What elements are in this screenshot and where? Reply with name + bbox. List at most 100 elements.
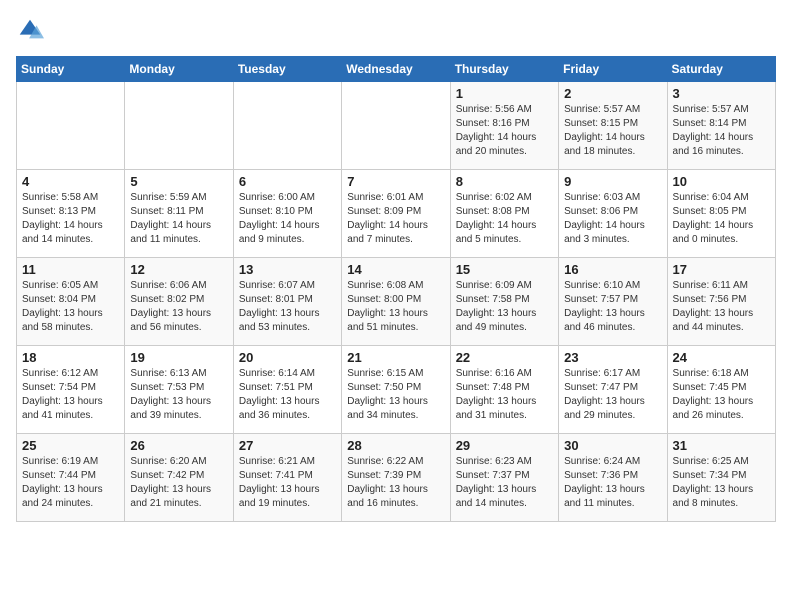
col-header-saturday: Saturday — [667, 57, 775, 82]
col-header-wednesday: Wednesday — [342, 57, 450, 82]
day-info: Sunrise: 5:57 AMSunset: 8:14 PMDaylight:… — [673, 103, 770, 159]
day-number: 18 — [22, 350, 119, 365]
day-cell: 21Sunrise: 6:15 AMSunset: 7:50 PMDayligh… — [342, 346, 450, 434]
day-cell: 25 Sunrise: 6:19 AMSunset: 7:44 PMDayligh… — [17, 434, 125, 522]
day-number: 15 — [456, 262, 553, 277]
day-cell: 30Sunrise: 6:24 AMSunset: 7:36 PMDayligh… — [559, 434, 667, 522]
col-header-sunday: Sunday — [17, 57, 125, 82]
week-row-4: 18 Sunrise: 6:12 AMSunset: 7:54 PMDayligh… — [17, 346, 776, 434]
col-header-thursday: Thursday — [450, 57, 558, 82]
day-cell: 2 Sunrise: 5:57 AMSunset: 8:15 PMDaylight… — [559, 82, 667, 170]
day-info: Sunrise: 5:56 AMSunset: 8:16 PMDaylight:… — [456, 103, 553, 159]
day-cell: 9 Sunrise: 6:03 AMSunset: 8:06 PMDaylight… — [559, 170, 667, 258]
day-number: 20 — [239, 350, 336, 365]
day-info: Sunrise: 5:57 AMSunset: 8:15 PMDaylight:… — [564, 103, 661, 159]
day-info: Sunrise: 6:07 AMSunset: 8:01 PMDaylight:… — [239, 279, 336, 335]
day-cell: 5Sunrise: 5:59 AMSunset: 8:11 PMDaylight… — [125, 170, 233, 258]
day-cell: 1 Sunrise: 5:56 AMSunset: 8:16 PMDaylight… — [450, 82, 558, 170]
day-number: 2 — [564, 86, 661, 101]
day-cell: 3 Sunrise: 5:57 AMSunset: 8:14 PMDaylight… — [667, 82, 775, 170]
day-cell — [17, 82, 125, 170]
day-number: 1 — [456, 86, 553, 101]
day-cell: 17 Sunrise: 6:11 AMSunset: 7:56 PMDayligh… — [667, 258, 775, 346]
day-cell: 11 Sunrise: 6:05 AMSunset: 8:04 PMDayligh… — [17, 258, 125, 346]
day-info: Sunrise: 6:19 AMSunset: 7:44 PMDaylight:… — [22, 455, 119, 511]
col-header-friday: Friday — [559, 57, 667, 82]
day-number: 11 — [22, 262, 119, 277]
day-number: 13 — [239, 262, 336, 277]
day-info: Sunrise: 6:14 AMSunset: 7:51 PMDaylight:… — [239, 367, 336, 423]
day-number: 26 — [130, 438, 227, 453]
day-number: 31 — [673, 438, 770, 453]
day-number: 16 — [564, 262, 661, 277]
day-info: Sunrise: 5:58 AMSunset: 8:13 PMDaylight:… — [22, 191, 119, 247]
day-number: 25 — [22, 438, 119, 453]
day-number: 14 — [347, 262, 444, 277]
day-number: 7 — [347, 174, 444, 189]
day-info: Sunrise: 6:06 AMSunset: 8:02 PMDaylight:… — [130, 279, 227, 335]
day-number: 9 — [564, 174, 661, 189]
day-number: 12 — [130, 262, 227, 277]
day-number: 22 — [456, 350, 553, 365]
day-cell: 20 Sunrise: 6:14 AMSunset: 7:51 PMDayligh… — [233, 346, 341, 434]
day-cell: 29 Sunrise: 6:23 AMSunset: 7:37 PMDayligh… — [450, 434, 558, 522]
day-info: Sunrise: 6:02 AMSunset: 8:08 PMDaylight:… — [456, 191, 553, 247]
day-info: Sunrise: 6:25 AMSunset: 7:34 PMDaylight:… — [673, 455, 770, 511]
day-cell: 19 Sunrise: 6:13 AMSunset: 7:53 PMDayligh… — [125, 346, 233, 434]
header-row: SundayMondayTuesdayWednesdayThursdayFrid… — [17, 57, 776, 82]
week-row-5: 25 Sunrise: 6:19 AMSunset: 7:44 PMDayligh… — [17, 434, 776, 522]
day-info: Sunrise: 6:00 AMSunset: 8:10 PMDaylight:… — [239, 191, 336, 247]
logo-icon — [16, 16, 44, 44]
day-info: Sunrise: 6:22 AMSunset: 7:39 PMDaylight:… — [347, 455, 444, 511]
day-cell: 18 Sunrise: 6:12 AMSunset: 7:54 PMDayligh… — [17, 346, 125, 434]
header — [16, 16, 776, 44]
day-info: Sunrise: 6:01 AMSunset: 8:09 PMDaylight:… — [347, 191, 444, 247]
week-row-2: 4 Sunrise: 5:58 AMSunset: 8:13 PMDaylight… — [17, 170, 776, 258]
day-info: Sunrise: 6:12 AMSunset: 7:54 PMDaylight:… — [22, 367, 119, 423]
day-number: 10 — [673, 174, 770, 189]
day-number: 6 — [239, 174, 336, 189]
day-cell: 12 Sunrise: 6:06 AMSunset: 8:02 PMDayligh… — [125, 258, 233, 346]
day-number: 4 — [22, 174, 119, 189]
day-cell: 4 Sunrise: 5:58 AMSunset: 8:13 PMDaylight… — [17, 170, 125, 258]
day-info: Sunrise: 6:08 AMSunset: 8:00 PMDaylight:… — [347, 279, 444, 335]
day-number: 30 — [564, 438, 661, 453]
day-number: 3 — [673, 86, 770, 101]
day-cell: 28Sunrise: 6:22 AMSunset: 7:39 PMDayligh… — [342, 434, 450, 522]
day-cell — [125, 82, 233, 170]
day-number: 23 — [564, 350, 661, 365]
day-cell: 31 Sunrise: 6:25 AMSunset: 7:34 PMDayligh… — [667, 434, 775, 522]
day-info: Sunrise: 6:09 AMSunset: 7:58 PMDaylight:… — [456, 279, 553, 335]
day-cell: 14 Sunrise: 6:08 AMSunset: 8:00 PMDayligh… — [342, 258, 450, 346]
day-info: Sunrise: 6:03 AMSunset: 8:06 PMDaylight:… — [564, 191, 661, 247]
col-header-monday: Monday — [125, 57, 233, 82]
calendar-table: SundayMondayTuesdayWednesdayThursdayFrid… — [16, 56, 776, 522]
day-info: Sunrise: 6:18 AMSunset: 7:45 PMDaylight:… — [673, 367, 770, 423]
week-row-3: 11 Sunrise: 6:05 AMSunset: 8:04 PMDayligh… — [17, 258, 776, 346]
day-cell: 27 Sunrise: 6:21 AMSunset: 7:41 PMDayligh… — [233, 434, 341, 522]
day-number: 19 — [130, 350, 227, 365]
day-info: Sunrise: 6:04 AMSunset: 8:05 PMDaylight:… — [673, 191, 770, 247]
day-cell: 26Sunrise: 6:20 AMSunset: 7:42 PMDayligh… — [125, 434, 233, 522]
day-info: Sunrise: 6:21 AMSunset: 7:41 PMDaylight:… — [239, 455, 336, 511]
week-row-1: 1 Sunrise: 5:56 AMSunset: 8:16 PMDaylight… — [17, 82, 776, 170]
day-info: Sunrise: 6:13 AMSunset: 7:53 PMDaylight:… — [130, 367, 227, 423]
day-cell: 7 Sunrise: 6:01 AMSunset: 8:09 PMDaylight… — [342, 170, 450, 258]
day-info: Sunrise: 6:05 AMSunset: 8:04 PMDaylight:… — [22, 279, 119, 335]
day-cell: 13 Sunrise: 6:07 AMSunset: 8:01 PMDayligh… — [233, 258, 341, 346]
day-info: Sunrise: 6:23 AMSunset: 7:37 PMDaylight:… — [456, 455, 553, 511]
day-info: Sunrise: 6:17 AMSunset: 7:47 PMDaylight:… — [564, 367, 661, 423]
day-number: 24 — [673, 350, 770, 365]
day-info: Sunrise: 6:10 AMSunset: 7:57 PMDaylight:… — [564, 279, 661, 335]
day-number: 29 — [456, 438, 553, 453]
day-cell: 8 Sunrise: 6:02 AMSunset: 8:08 PMDaylight… — [450, 170, 558, 258]
day-cell: 10 Sunrise: 6:04 AMSunset: 8:05 PMDayligh… — [667, 170, 775, 258]
day-number: 17 — [673, 262, 770, 277]
logo — [16, 16, 48, 44]
day-number: 27 — [239, 438, 336, 453]
day-number: 5 — [130, 174, 227, 189]
day-info: Sunrise: 6:11 AMSunset: 7:56 PMDaylight:… — [673, 279, 770, 335]
day-number: 8 — [456, 174, 553, 189]
day-cell — [233, 82, 341, 170]
page: SundayMondayTuesdayWednesdayThursdayFrid… — [0, 0, 792, 534]
